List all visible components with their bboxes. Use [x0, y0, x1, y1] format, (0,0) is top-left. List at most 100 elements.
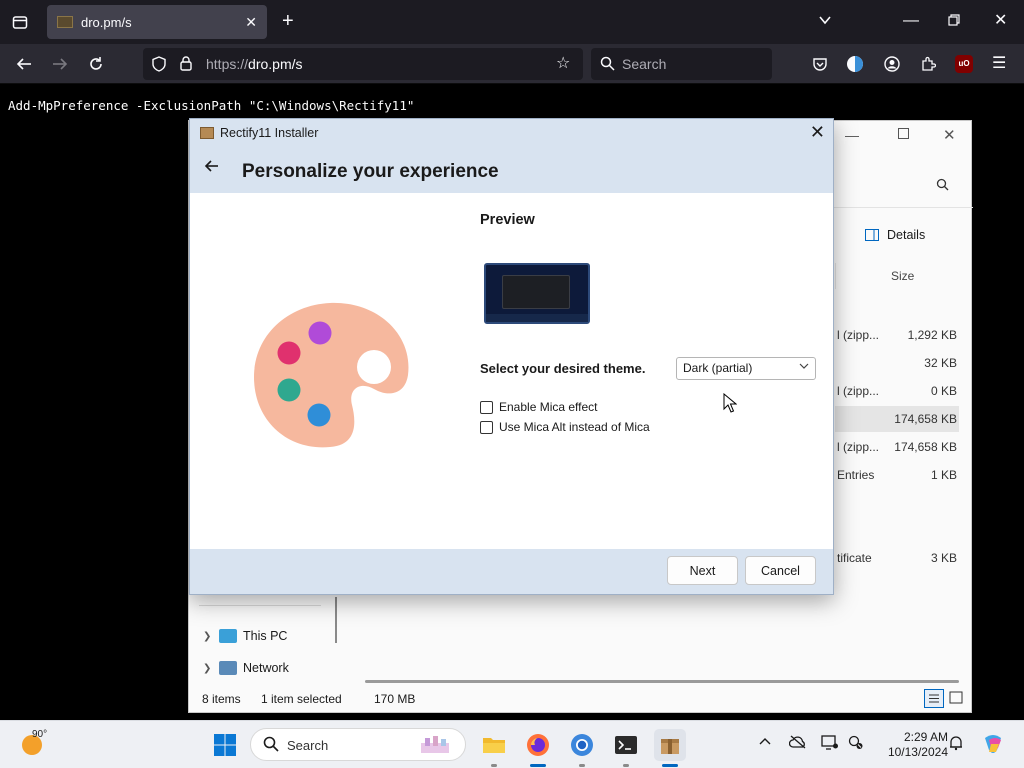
mica-effect-checkbox[interactable]: Enable Mica effect	[480, 400, 598, 414]
preview-label: Preview	[480, 212, 535, 228]
size-column-header[interactable]: Size	[835, 263, 973, 289]
tab-overflow-chevron-icon[interactable]	[818, 13, 832, 31]
url-bar[interactable]: https://dro.pm/s ☆	[143, 48, 583, 80]
back-arrow-icon[interactable]	[204, 158, 220, 179]
horizontal-scrollbar[interactable]	[365, 680, 959, 683]
paint-palette-icon	[254, 302, 409, 448]
minimize-icon[interactable]: —	[903, 13, 919, 29]
notification-bell-icon[interactable]	[949, 735, 963, 754]
installer-taskbar-icon[interactable]	[654, 729, 686, 761]
toolbar-divider	[834, 207, 973, 208]
page-title: Personalize your experience	[242, 161, 499, 182]
chevron-right-icon[interactable]: ❯	[203, 663, 219, 674]
tab-list-icon[interactable]	[12, 14, 28, 34]
file-explorer-taskbar-icon[interactable]	[478, 729, 510, 761]
running-indicator	[491, 764, 497, 767]
hamburger-menu-icon[interactable]: ☰	[992, 56, 1006, 72]
clock-date: 10/13/2024	[887, 745, 948, 759]
chevron-up-icon[interactable]	[759, 735, 771, 751]
copilot-icon[interactable]	[981, 732, 1005, 759]
file-row[interactable]: l (zipp... 1,292 KB	[835, 322, 959, 348]
file-type: tificate	[837, 551, 872, 565]
running-indicator-active	[662, 764, 678, 767]
search-icon	[263, 736, 279, 756]
back-arrow-icon[interactable]	[16, 56, 32, 76]
file-type: Entries	[837, 468, 875, 482]
onedrive-offline-icon[interactable]	[788, 735, 807, 752]
weather-temp: 90°	[32, 729, 48, 740]
web-search-placeholder: Search	[622, 56, 667, 72]
next-button[interactable]: Next	[667, 556, 738, 585]
cancel-button[interactable]: Cancel	[745, 556, 816, 585]
pocket-icon[interactable]	[812, 56, 828, 76]
bookmark-star-icon[interactable]: ☆	[556, 56, 570, 72]
tab-title: dro.pm/s	[81, 14, 132, 30]
checkbox-box[interactable]	[480, 420, 493, 434]
mouse-cursor-icon	[723, 393, 737, 413]
chrome-taskbar-icon[interactable]	[566, 729, 598, 761]
windows-taskbar: 90° Search 2:29 AM 10/13/2024	[0, 720, 1024, 768]
file-row[interactable]: Entries 1 KB	[835, 462, 959, 488]
nav-scrollbar[interactable]	[335, 597, 337, 643]
installer-header: Personalize your experience	[190, 149, 833, 193]
file-row[interactable]: l (zipp... 0 KB	[835, 378, 959, 404]
tiles-view-icon[interactable]	[949, 691, 963, 708]
system-clock[interactable]: 2:29 AM 10/13/2024	[868, 730, 948, 760]
details-view-icon[interactable]	[924, 689, 944, 708]
file-row[interactable]: tificate 3 KB	[835, 545, 959, 571]
nav-item-label: This PC	[243, 629, 288, 643]
nav-divider	[199, 605, 321, 606]
file-row[interactable]: 32 KB	[835, 350, 959, 376]
close-window-icon[interactable]: ✕	[994, 13, 1007, 29]
pc-icon	[219, 629, 237, 643]
network-disconnected-icon[interactable]	[848, 735, 864, 753]
tab-drop-pm[interactable]: dro.pm/s ✕	[47, 5, 267, 39]
lock-icon[interactable]	[179, 55, 193, 75]
explorer-titlebar: — ✕	[835, 121, 973, 151]
ublock-origin-icon[interactable]: uO	[955, 55, 973, 73]
checkbox-box[interactable]	[480, 400, 493, 414]
theme-select-label: Select your desired theme.	[480, 361, 646, 376]
forward-arrow-icon[interactable]	[52, 56, 68, 76]
nav-item-label: Network	[243, 661, 289, 675]
browser-tab-bar: dro.pm/s ✕ + — ✕	[0, 0, 1024, 44]
file-row[interactable]: l (zipp... 174,658 KB	[835, 434, 959, 460]
maximize-icon[interactable]	[898, 128, 909, 142]
firefox-view-icon[interactable]	[846, 55, 864, 77]
new-tab-icon[interactable]: +	[282, 11, 294, 31]
display-icon[interactable]	[821, 735, 838, 753]
search-highlight-icon	[421, 736, 449, 753]
preview-taskbar	[486, 314, 588, 322]
extensions-icon[interactable]	[920, 56, 937, 76]
web-search-input[interactable]: Search	[591, 48, 772, 80]
explorer-search-icon[interactable]	[936, 178, 949, 194]
nav-item-this-pc[interactable]: ❯ This PC	[203, 629, 287, 643]
mica-alt-checkbox[interactable]: Use Mica Alt instead of Mica	[480, 420, 650, 434]
installer-footer: Next Cancel	[190, 549, 833, 594]
running-indicator	[623, 764, 629, 767]
close-tab-icon[interactable]: ✕	[245, 14, 257, 31]
theme-dropdown-value: Dark (partial)	[683, 361, 753, 375]
minimize-icon[interactable]: —	[845, 127, 859, 143]
firefox-taskbar-icon[interactable]	[522, 729, 554, 761]
windows-start-icon[interactable]	[213, 733, 237, 760]
taskbar-search-box[interactable]: Search	[250, 728, 466, 761]
shield-icon[interactable]	[151, 56, 167, 76]
theme-dropdown[interactable]: Dark (partial)	[676, 357, 816, 380]
details-pane-button[interactable]: Details	[865, 228, 925, 242]
file-row-selected[interactable]: 174,658 KB	[835, 406, 959, 432]
terminal-taskbar-icon[interactable]	[610, 729, 642, 761]
nav-item-network[interactable]: ❯ Network	[203, 661, 289, 675]
file-type: l (zipp...	[837, 328, 880, 342]
file-size: 174,658 KB	[894, 412, 957, 426]
checkbox-label: Use Mica Alt instead of Mica	[499, 420, 650, 434]
search-icon	[600, 56, 615, 75]
chevron-right-icon[interactable]: ❯	[203, 631, 219, 642]
restore-icon[interactable]	[948, 14, 960, 30]
file-size: 0 KB	[930, 384, 957, 398]
account-icon[interactable]	[884, 56, 900, 76]
close-icon[interactable]: ✕	[810, 122, 825, 143]
close-icon[interactable]: ✕	[943, 126, 956, 144]
reload-icon[interactable]	[88, 56, 104, 76]
status-item-count: 8 items	[202, 692, 241, 706]
